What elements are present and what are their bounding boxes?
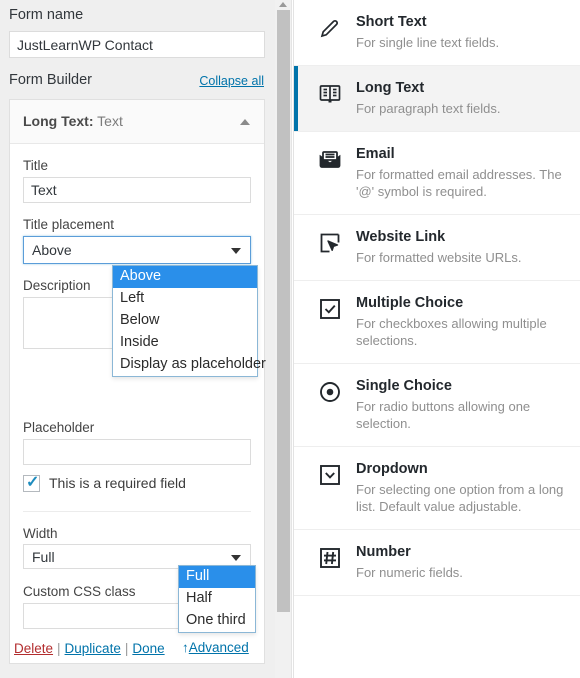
field-type-item-multiple-choice[interactable]: Multiple Choice For checkboxes allowing m… (294, 281, 580, 364)
advanced-link[interactable]: ↑Advanced (182, 640, 249, 655)
chevron-down-icon (231, 554, 241, 561)
envelope-icon (318, 148, 342, 172)
field-card-type: Long Text: (23, 113, 94, 129)
scroll-thumb[interactable] (277, 10, 290, 612)
field-type-title: Short Text (356, 14, 427, 30)
field-type-description: For checkboxes allowing multiple selecti… (356, 316, 547, 348)
field-type-description: For single line text fields. (356, 35, 500, 50)
hash-box-icon (318, 546, 342, 570)
title-placement-select[interactable]: Above (23, 236, 251, 264)
field-type-list: Short Text For single line text fields. Lo… (294, 0, 580, 596)
width-option[interactable]: Half (179, 588, 255, 610)
field-type-item-email[interactable]: Email For formatted email addresses. The … (294, 132, 580, 215)
field-type-title: Dropdown (356, 461, 428, 477)
vertical-scrollbar[interactable] (275, 0, 292, 678)
action-separator-1: | (57, 641, 61, 656)
field-type-title: Single Choice (356, 378, 452, 394)
caret-up-icon[interactable] (240, 119, 250, 125)
field-type-title: Number (356, 544, 411, 560)
field-type-description: For numeric fields. (356, 565, 463, 580)
advanced-label: Advanced (188, 640, 249, 655)
title-placement-option[interactable]: Inside (113, 332, 257, 354)
done-link[interactable]: Done (132, 641, 164, 656)
form-builder-label: Form Builder (9, 72, 92, 88)
title-placement-dropdown-list[interactable]: Above Left Below Inside Display as placehold… (112, 265, 266, 377)
field-type-list-pane: Short Text For single line text fields. Lo… (293, 0, 580, 678)
description-label: Description (23, 278, 91, 293)
title-placement-option[interactable]: Above (113, 266, 257, 288)
field-type-item-short-text[interactable]: Short Text For single line text fields. (294, 0, 580, 66)
arrow-up-icon: ↑ (182, 640, 189, 655)
title-placement-option[interactable]: Below (113, 310, 257, 332)
field-type-description: For formatted email addresses. The '@' s… (356, 167, 562, 199)
action-separator-2: | (124, 641, 129, 656)
placeholder-label: Placeholder (23, 420, 95, 435)
checkbox-icon (318, 297, 342, 321)
field-type-description: For radio buttons allowing one selection… (356, 399, 531, 431)
field-type-item-number[interactable]: Number For numeric fields. (294, 530, 580, 596)
field-type-description: For formatted website URLs. (356, 250, 522, 265)
collapse-all-link[interactable]: Collapse all (199, 74, 264, 88)
divider (23, 511, 251, 512)
duplicate-link[interactable]: Duplicate (65, 641, 121, 656)
title-placement-label: Title placement (23, 217, 115, 232)
delete-link[interactable]: Delete (14, 641, 53, 656)
required-checkbox-label: This is a required field (49, 475, 186, 491)
form-name-label: Form name (9, 7, 84, 23)
required-checkbox[interactable]: ✓ (23, 474, 40, 492)
field-type-item-dropdown[interactable]: Dropdown For selecting one option from a … (294, 447, 580, 530)
form-name-input[interactable] (9, 31, 265, 58)
field-type-title: Email (356, 146, 395, 162)
form-settings-pane: Form name Form Builder Collapse all Long… (0, 0, 275, 678)
field-type-item-single-choice[interactable]: Single Choice For radio buttons allowing … (294, 364, 580, 447)
title-input[interactable] (23, 177, 251, 203)
width-option[interactable]: Full (179, 566, 255, 588)
chevron-down-box-icon (318, 463, 342, 487)
custom-css-label: Custom CSS class (23, 584, 136, 599)
cursor-box-icon (318, 231, 342, 255)
field-type-description: For paragraph text fields. (356, 101, 501, 116)
width-value: Full (32, 548, 55, 565)
width-label: Width (23, 526, 58, 541)
field-type-title: Multiple Choice (356, 295, 464, 311)
field-card-name: Text (93, 113, 123, 129)
placeholder-input[interactable] (23, 439, 251, 465)
title-placement-value: Above (32, 242, 72, 258)
field-card-title: Long Text: Text (23, 113, 123, 129)
field-type-item-long-text[interactable]: Long Text For paragraph text fields. (294, 66, 580, 132)
width-dropdown-list[interactable]: Full Half One third (178, 565, 256, 633)
title-placement-option[interactable]: Display as placeholder (113, 354, 266, 376)
field-actions: Delete | Duplicate | Done (14, 640, 165, 658)
pencil-icon (318, 16, 342, 40)
form-builder-screen: Form name Form Builder Collapse all Long… (0, 0, 580, 678)
field-type-description: For selecting one option from a long lis… (356, 482, 564, 514)
scroll-up-arrow-icon[interactable] (279, 2, 287, 7)
title-placement-option[interactable]: Left (113, 288, 257, 310)
field-type-title: Website Link (356, 229, 446, 245)
field-type-title: Long Text (356, 80, 425, 96)
field-type-item-website-link[interactable]: Website Link For formatted website URLs. (294, 215, 580, 281)
check-icon: ✓ (26, 474, 40, 491)
book-icon (318, 82, 342, 106)
title-label: Title (23, 158, 49, 173)
width-option[interactable]: One third (179, 610, 255, 632)
field-card-header[interactable]: Long Text: Text (10, 100, 264, 144)
chevron-down-icon (231, 248, 241, 254)
radio-icon (318, 380, 342, 404)
